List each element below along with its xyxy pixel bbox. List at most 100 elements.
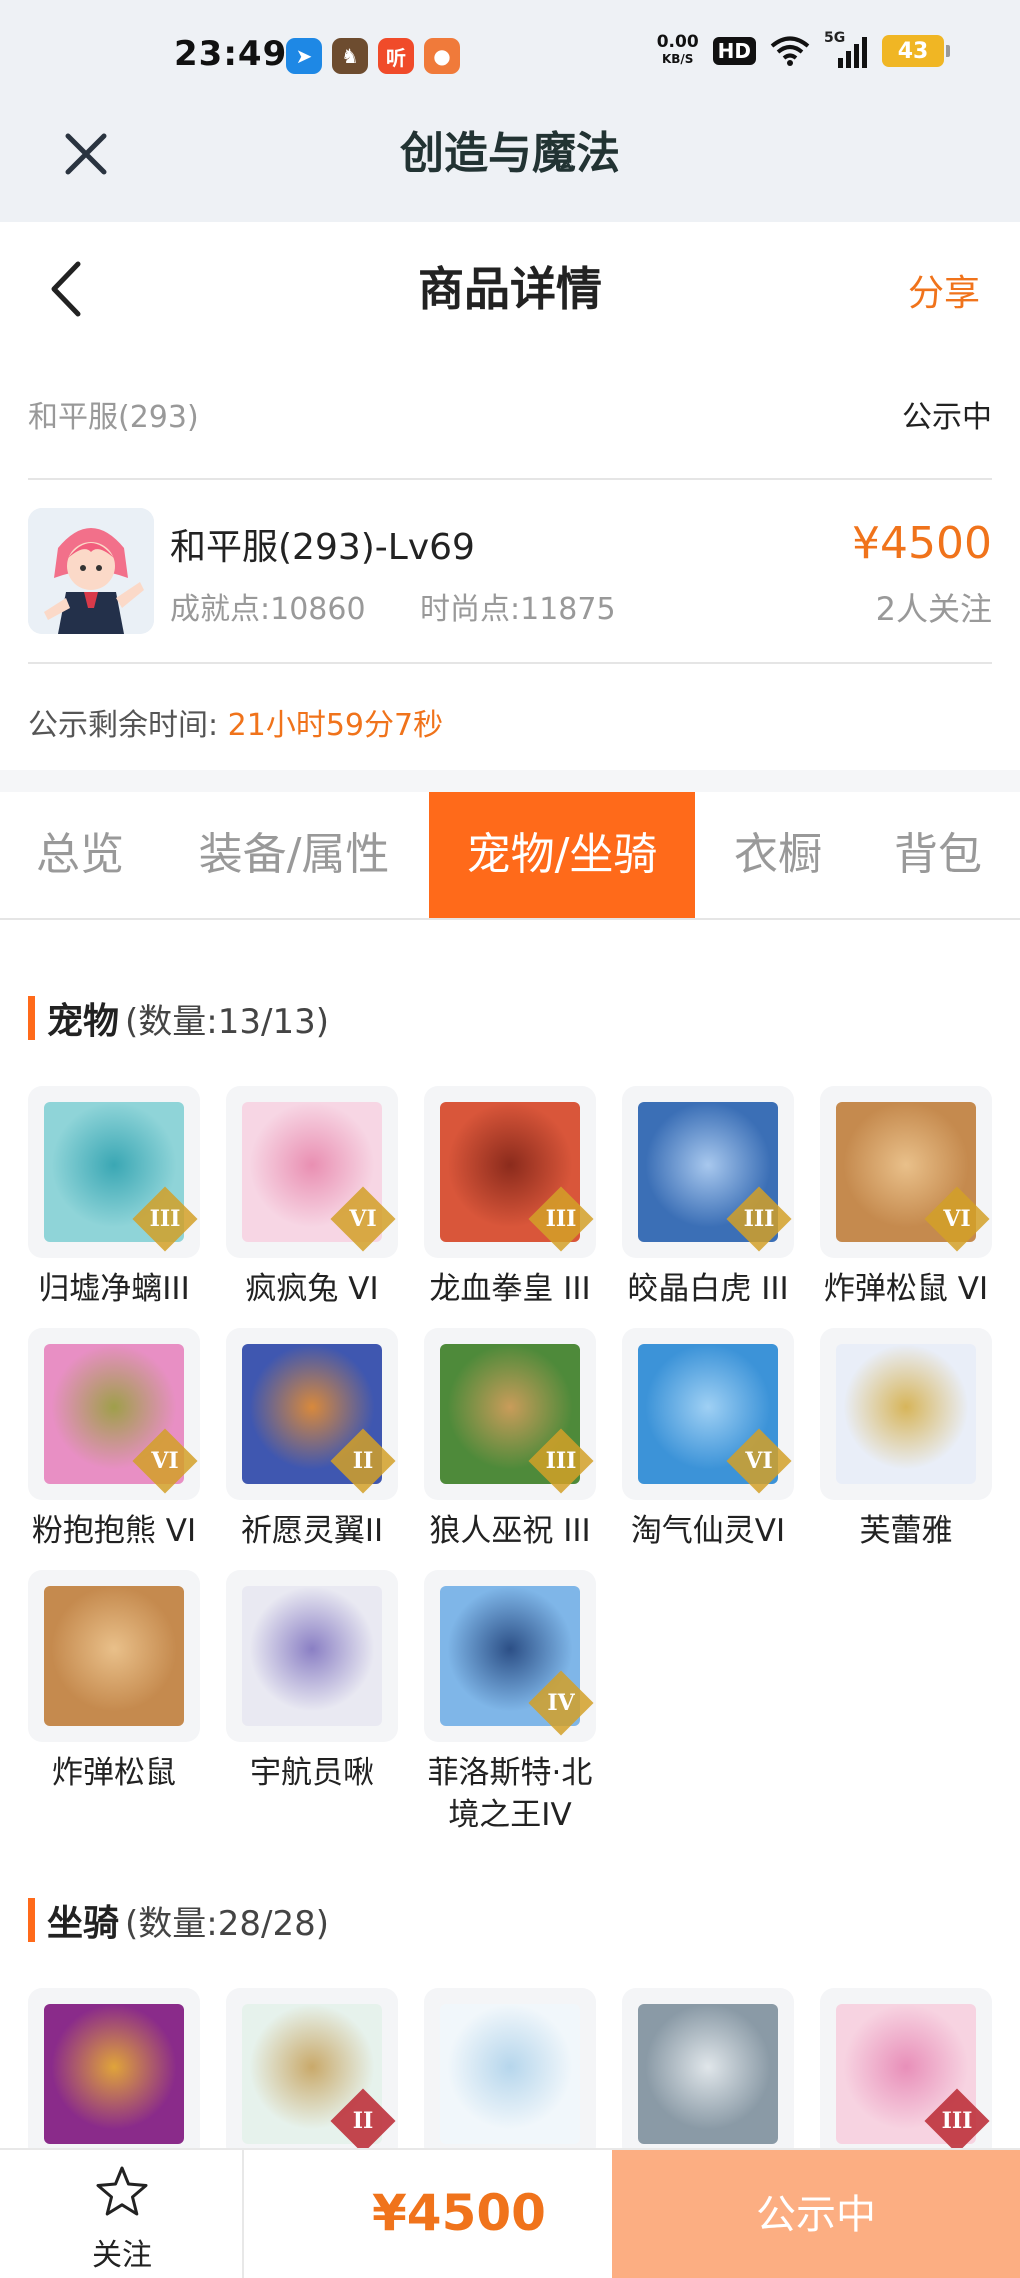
tier-badge-text: III: [545, 1206, 577, 1232]
bottom-bar: 关注 ¥4500 公示中: [0, 2148, 1020, 2278]
tier-badge: VI: [924, 1186, 990, 1252]
wifi-icon: [770, 36, 810, 66]
item-thumbnail: III: [424, 1328, 596, 1500]
close-icon[interactable]: [56, 124, 116, 184]
status-bar: 23:49 ➤ ♞ 听 ● 0.00 KB/S HD 5G 43: [0, 0, 1020, 118]
grid-item[interactable]: II: [226, 1988, 398, 2160]
tier-badge: III: [528, 1428, 594, 1494]
tier-badge-text: VI: [151, 1448, 179, 1474]
page-title: 商品详情: [418, 262, 602, 316]
listen-app-icon: 听: [378, 38, 414, 74]
item-thumbnail: [424, 1988, 596, 2160]
net-speed: 0.00 KB/S: [657, 34, 699, 68]
item-thumbnail: [28, 1570, 200, 1742]
tier-badge: VI: [132, 1428, 198, 1494]
tier-badge: III: [528, 1186, 594, 1252]
item-label: 疯疯兔 VI: [245, 1271, 379, 1307]
tab-backpack[interactable]: 背包: [868, 792, 1008, 918]
battery-icon: 43: [882, 35, 950, 67]
grid-item[interactable]: VI 炸弹松鼠 VI: [820, 1086, 992, 1310]
tier-badge-text: VI: [349, 1206, 377, 1232]
grid-item[interactable]: III 皎晶白虎 III: [622, 1086, 794, 1310]
publicity-status-button[interactable]: 公示中: [612, 2150, 1020, 2278]
achievement-points: 成就点:10860: [170, 592, 366, 627]
item-label: 炸弹松鼠 VI: [823, 1271, 989, 1307]
item-artwork: [638, 2004, 778, 2144]
grid-item[interactable]: VI 粉抱抱熊 VI: [28, 1328, 200, 1552]
star-icon: [96, 2166, 148, 2216]
item-artwork: [44, 2004, 184, 2144]
item-thumbnail: VI: [28, 1328, 200, 1500]
pets-title: 宠物: [47, 1001, 120, 1042]
tier-badge-text: III: [941, 2108, 973, 2134]
item-thumbnail: [28, 1988, 200, 2160]
server-name: 和平服(293): [28, 400, 199, 435]
page-header: 商品详情 分享: [0, 222, 1020, 352]
share-button[interactable]: 分享: [908, 264, 980, 316]
item-thumbnail: III: [424, 1086, 596, 1258]
product-row[interactable]: 和平服(293)-Lv69 成就点:10860 时尚点:11875 ¥4500 …: [28, 508, 992, 636]
tier-badge-text: IV: [547, 1690, 575, 1716]
grid-item[interactable]: II 祈愿灵翼II: [226, 1328, 398, 1552]
item-label: 菲洛斯特·北境之王IV: [427, 1755, 593, 1833]
network-type: 5G: [824, 30, 846, 46]
grid-item[interactable]: [622, 1988, 794, 2160]
grid-item[interactable]: 宇航员啾: [226, 1570, 398, 1794]
item-thumbnail: II: [226, 1988, 398, 2160]
tier-badge: II: [330, 1428, 396, 1494]
item-artwork: [242, 1586, 382, 1726]
grid-item[interactable]: IV 菲洛斯特·北境之王IV: [424, 1570, 596, 1836]
notification-icons: ➤ ♞ 听 ●: [286, 38, 460, 74]
item-thumbnail: [820, 1328, 992, 1500]
item-artwork: [836, 1344, 976, 1484]
tier-badge: VI: [726, 1428, 792, 1494]
item-thumbnail: III: [622, 1086, 794, 1258]
tier-badge-text: II: [352, 1448, 374, 1474]
remaining-time-row: 公示剩余时间: 21小时59分7秒: [28, 700, 443, 744]
grid-item[interactable]: III 归墟净螭III: [28, 1086, 200, 1310]
item-label: 粉抱抱熊 VI: [31, 1513, 197, 1549]
grid-item[interactable]: VI 疯疯兔 VI: [226, 1086, 398, 1310]
net-speed-value: 0.00: [656, 32, 699, 52]
item-label: 淘气仙灵VI: [630, 1513, 786, 1549]
divider: [28, 662, 992, 664]
app-title: 创造与魔法: [400, 128, 620, 179]
tier-badge: IV: [528, 1670, 594, 1736]
pets-count: (数量:13/13): [125, 1001, 329, 1042]
grid-item[interactable]: III 龙血拳皇 III: [424, 1086, 596, 1310]
tab-bar: 总览 装备/属性 宠物/坐骑 衣橱 背包: [0, 792, 1020, 920]
pets-section-header: 宠物 (数量:13/13): [28, 996, 329, 1042]
product-name: 和平服(293)-Lv69: [170, 527, 475, 568]
tab-equipment[interactable]: 装备/属性: [176, 792, 412, 918]
grid-item[interactable]: 芙蕾雅: [820, 1328, 992, 1552]
item-thumbnail: III: [28, 1086, 200, 1258]
item-thumbnail: VI: [820, 1086, 992, 1258]
grid-item[interactable]: 炸弹松鼠: [28, 1570, 200, 1794]
signal-icon: 5G: [824, 30, 868, 68]
grid-item[interactable]: III 狼人巫祝 III: [424, 1328, 596, 1552]
tab-wardrobe[interactable]: 衣橱: [710, 792, 846, 918]
tier-badge-text: VI: [745, 1448, 773, 1474]
item-thumbnail: [622, 1988, 794, 2160]
tab-overview[interactable]: 总览: [0, 792, 160, 918]
item-thumbnail: III: [820, 1988, 992, 2160]
system-icons: 0.00 KB/S HD 5G 43: [657, 30, 950, 68]
item-label: 狼人巫祝 III: [429, 1513, 591, 1549]
follow-button[interactable]: 关注: [0, 2150, 244, 2278]
grid-item[interactable]: [28, 1988, 200, 2160]
character-avatar: [28, 508, 154, 634]
follower-count: 2人关注: [875, 590, 992, 628]
item-label: 宇航员啾: [250, 1755, 374, 1791]
send-app-icon: ➤: [286, 38, 322, 74]
tab-pets-mounts[interactable]: 宠物/坐骑: [429, 792, 695, 918]
item-artwork: [44, 1586, 184, 1726]
grid-item[interactable]: VI 淘气仙灵VI: [622, 1328, 794, 1552]
item-thumbnail: II: [226, 1328, 398, 1500]
status-time: 23:49: [174, 34, 288, 74]
tier-badge: III: [726, 1186, 792, 1252]
tier-badge-text: VI: [943, 1206, 971, 1232]
server-row: 和平服(293) 公示中: [28, 392, 992, 436]
grid-item[interactable]: [424, 1988, 596, 2160]
grid-item[interactable]: III: [820, 1988, 992, 2160]
tier-badge: III: [924, 2088, 990, 2154]
